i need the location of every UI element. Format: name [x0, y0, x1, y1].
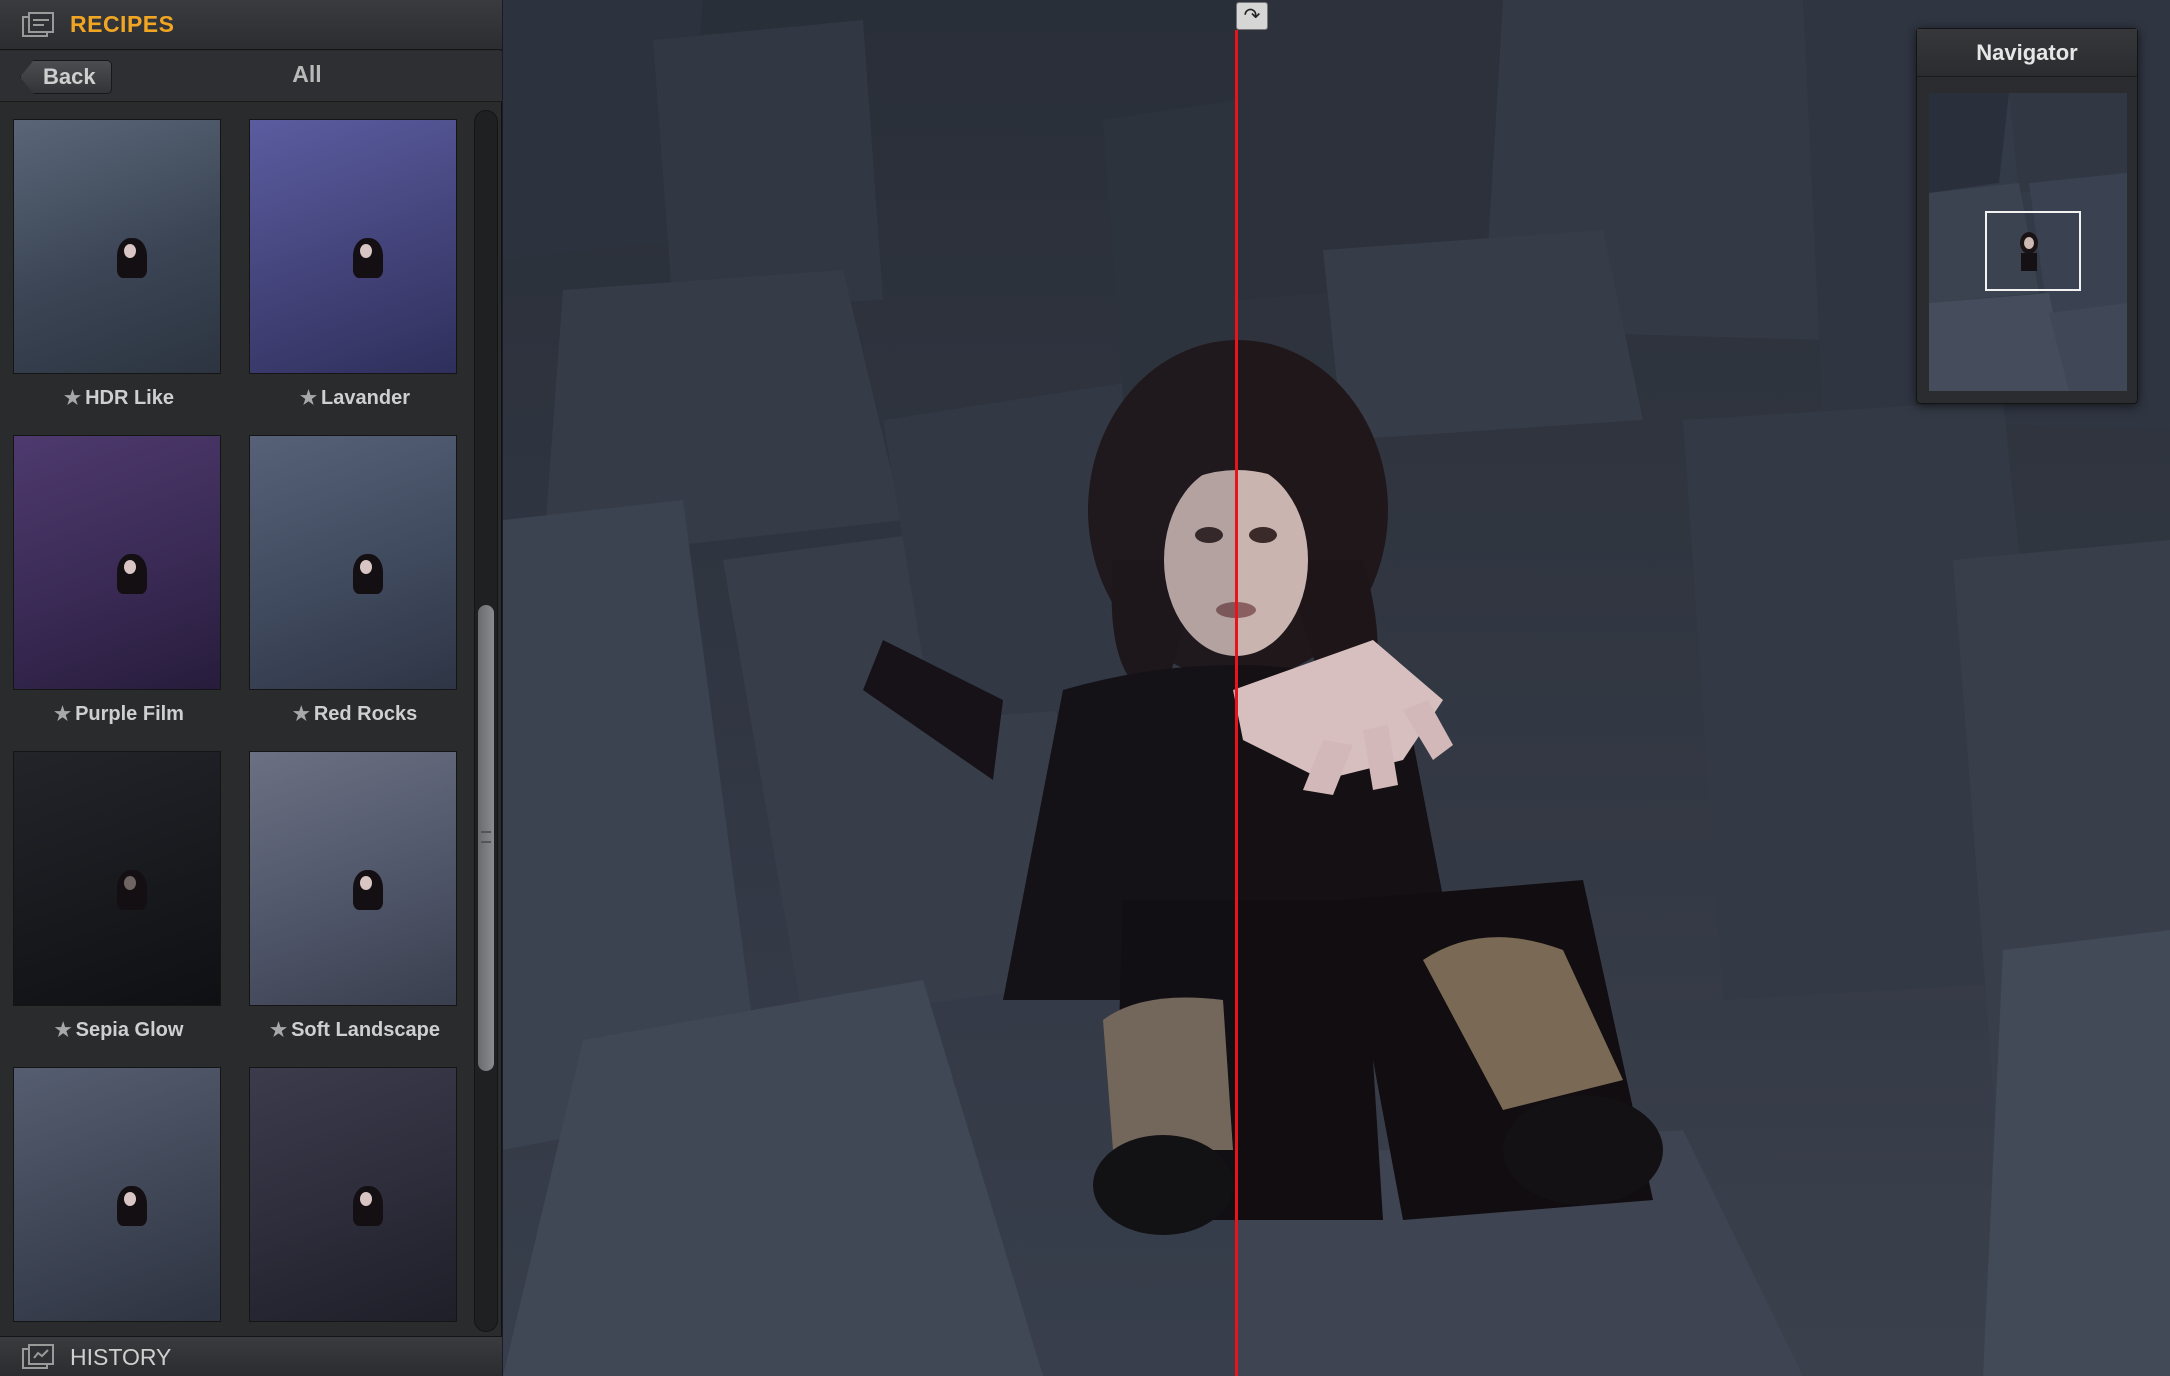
star-icon[interactable]: ★	[64, 388, 81, 409]
recipe-item[interactable]	[14, 1068, 224, 1321]
star-icon[interactable]: ★	[55, 1020, 72, 1041]
scrollbar-thumb[interactable]	[478, 605, 494, 1071]
recipe-item[interactable]: ★ HDR Like	[14, 120, 224, 410]
navigator-panel: Navigator	[1916, 28, 2138, 404]
recipe-item[interactable]: ★ Soft Landscape	[250, 752, 460, 1042]
recipe-label: ★ Red Rocks	[292, 703, 418, 725]
recipe-thumbnail[interactable]	[14, 436, 220, 689]
history-header[interactable]: HISTORY	[0, 1336, 502, 1376]
recipe-thumbnail[interactable]	[14, 752, 220, 1005]
star-icon[interactable]: ★	[270, 1020, 287, 1041]
recipe-thumbnail[interactable]	[250, 752, 456, 1005]
recipes-panel: RECIPES Back All ★ HDR Like ★ Lavander ★…	[0, 0, 502, 1376]
split-handle-icon[interactable]: ↷	[1236, 2, 1268, 30]
recipe-item[interactable]: ★ Lavander	[250, 120, 460, 410]
recipes-panel-icon	[22, 12, 54, 37]
recipe-label: ★ Lavander	[300, 387, 410, 409]
recipe-grid: ★ HDR Like ★ Lavander ★ Purple Film ★ Re…	[0, 104, 468, 1334]
recipe-item[interactable]: ★ Purple Film	[14, 436, 224, 726]
recipe-thumbnail[interactable]	[14, 1068, 220, 1321]
star-icon[interactable]: ★	[293, 704, 310, 725]
navigator-title[interactable]: Navigator	[1917, 29, 2137, 77]
recipe-label: ★ Sepia Glow	[54, 1019, 184, 1041]
recipes-header[interactable]: RECIPES	[0, 0, 502, 50]
recipes-subbar: Back All	[0, 51, 502, 102]
recipe-item[interactable]: ★ Red Rocks	[250, 436, 460, 726]
recipe-scrollbar[interactable]	[474, 110, 498, 1332]
recipe-thumbnail[interactable]	[250, 436, 456, 689]
recipe-item[interactable]	[250, 1068, 460, 1321]
recipe-thumbnail[interactable]	[250, 1068, 456, 1321]
navigator-viewport-rect[interactable]	[1985, 211, 2081, 291]
star-icon[interactable]: ★	[300, 388, 317, 409]
recipe-thumbnail[interactable]	[14, 120, 220, 373]
recipe-thumbnail[interactable]	[250, 120, 456, 373]
recipe-label: ★ Purple Film	[54, 703, 184, 725]
recipe-label: ★ HDR Like	[64, 387, 174, 409]
navigator-preview[interactable]	[1929, 93, 2127, 391]
star-icon[interactable]: ★	[54, 704, 71, 725]
history-title: HISTORY	[70, 1344, 172, 1370]
split-divider[interactable]	[1235, 30, 1238, 1376]
recipe-item[interactable]: ★ Sepia Glow	[14, 752, 224, 1042]
history-panel-icon	[22, 1344, 54, 1369]
recipe-label: ★ Soft Landscape	[270, 1019, 440, 1041]
recipes-title: RECIPES	[70, 11, 175, 37]
